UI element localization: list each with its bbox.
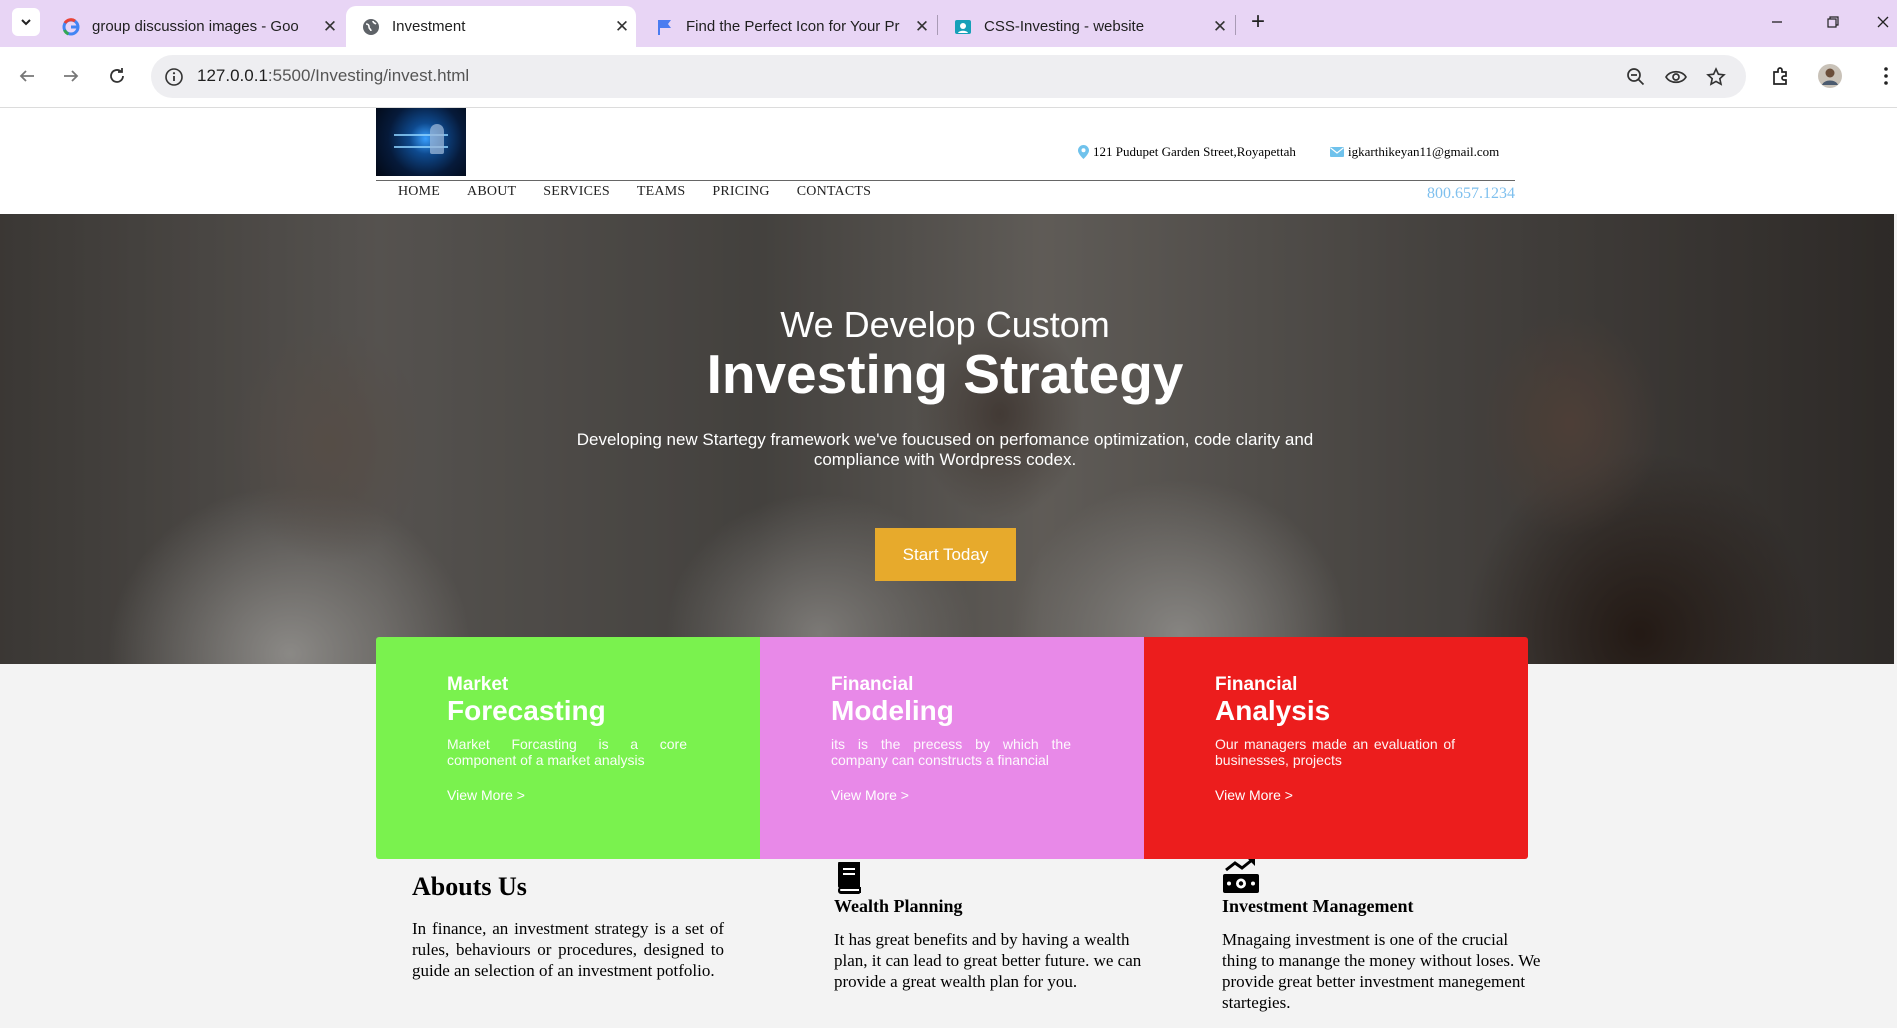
contact-card-icon (954, 18, 972, 36)
google-icon (62, 17, 80, 36)
start-today-button[interactable]: Start Today (875, 528, 1016, 581)
address-text: 121 Pudupet Garden Street,Royapettah (1093, 144, 1296, 159)
investment-management-section: Investment Management Mnagaing investmen… (1222, 858, 1542, 1013)
card-text: its is the precess by which the company … (831, 736, 1071, 768)
wealth-text: It has great benefits and by having a we… (834, 930, 1142, 991)
hero-banner: We Develop Custom Investing Strategy Dev… (0, 214, 1894, 664)
menu-about[interactable]: ABOUT (467, 184, 516, 200)
wealth-heading: Wealth Planning (834, 896, 963, 916)
site-info-icon[interactable] (163, 66, 185, 88)
hero-title: Investing Strategy (706, 343, 1184, 405)
restore-button[interactable] (1813, 6, 1853, 38)
about-heading: Abouts Us (412, 872, 527, 901)
tab-find-icon[interactable]: Find the Perfect Icon for Your Pr ✕ (640, 6, 936, 47)
tab-title: group discussion images - Goo (92, 18, 299, 35)
email-text[interactable]: igkarthikeyan11@gmail.com (1348, 144, 1499, 160)
tab-css-investing[interactable]: CSS-Investing - website ✕ (938, 6, 1234, 47)
card-title: Analysis (1215, 695, 1331, 726)
more-menu-icon[interactable] (1876, 61, 1896, 91)
card-title: Forecasting (447, 695, 606, 726)
site-logo[interactable] (376, 108, 466, 176)
tab-title: Find the Perfect Icon for Your Pr (686, 18, 900, 35)
hero-description: Developing new Startegy framework we've … (576, 430, 1314, 469)
profile-avatar[interactable] (1815, 61, 1845, 91)
header-divider (376, 180, 1515, 181)
arrow-right-icon (64, 70, 79, 82)
close-tab-icon[interactable]: ✕ (316, 17, 344, 37)
menu-home[interactable]: HOME (398, 184, 440, 200)
address-bar[interactable]: 127.0.0.1:5500/Investing/invest.html (151, 55, 1746, 98)
close-tab-icon[interactable]: ✕ (908, 17, 936, 37)
hero-subtitle: We Develop Custom (780, 304, 1110, 345)
minimize-icon (1772, 21, 1782, 23)
eye-icon[interactable] (1665, 66, 1687, 88)
close-tab-icon[interactable]: ✕ (1206, 17, 1234, 37)
chevron-down-icon (21, 19, 31, 26)
view-more-link[interactable]: View More > (1215, 787, 1528, 803)
investment-heading: Investment Management (1222, 896, 1414, 916)
close-window-button[interactable] (1868, 6, 1897, 38)
menu-services[interactable]: SERVICES (543, 184, 610, 200)
email-info: igkarthikeyan11@gmail.com (1330, 144, 1499, 160)
card-title: Modeling (831, 695, 954, 726)
forward-button[interactable] (56, 61, 86, 91)
money-growth-icon (1222, 858, 1542, 894)
view-more-link[interactable]: View More > (831, 787, 1144, 803)
site-header: 121 Pudupet Garden Street,Royapettah igk… (0, 108, 1897, 214)
about-section: Abouts Us In finance, an investment stra… (412, 858, 724, 981)
menu-contacts[interactable]: CONTACTS (797, 184, 871, 200)
menu-pricing[interactable]: PRICING (712, 184, 769, 200)
tab-title: Investment (392, 18, 466, 35)
view-more-link[interactable]: View More > (447, 787, 760, 803)
star-icon[interactable] (1705, 66, 1727, 88)
card-financial-modeling: Financial Modeling its is the precess by… (760, 637, 1144, 859)
main-menu: HOME ABOUT SERVICES TEAMS PRICING CONTAC… (398, 184, 898, 200)
zoom-icon[interactable] (1625, 66, 1647, 88)
url-host: 127.0.0.1 (197, 66, 268, 85)
url-text[interactable]: 127.0.0.1:5500/Investing/invest.html (197, 66, 469, 86)
flag-icon (656, 18, 674, 36)
map-pin-icon (1078, 145, 1089, 159)
investment-text: Mnagaing investment is one of the crucia… (1222, 930, 1541, 1012)
card-financial-analysis: Financial Analysis Our managers made an … (1144, 637, 1528, 859)
menu-teams[interactable]: TEAMS (637, 184, 685, 200)
browser-toolbar: 127.0.0.1:5500/Investing/invest.html (0, 47, 1897, 108)
minimize-button[interactable] (1757, 6, 1797, 38)
new-tab-button[interactable]: + (1244, 8, 1272, 36)
tab-separator (1235, 15, 1236, 35)
webpage: 121 Pudupet Garden Street,Royapettah igk… (0, 108, 1897, 1028)
url-path: :5500/Investing/invest.html (267, 66, 470, 85)
reload-icon (110, 68, 124, 83)
card-kicker: Financial (831, 674, 914, 695)
tab-google-images[interactable]: group discussion images - Goo ✕ (46, 6, 344, 47)
card-kicker: Financial (1215, 674, 1298, 695)
card-kicker: Market (447, 674, 509, 695)
extensions-icon[interactable] (1766, 61, 1796, 91)
card-text: Our managers made an evaluation of busin… (1215, 736, 1455, 768)
close-icon (1877, 16, 1888, 28)
book-icon (834, 858, 1154, 894)
card-market-forecasting: Market Forecasting Market Forcasting is … (376, 637, 760, 859)
plus-icon: + (1250, 8, 1265, 35)
phone-number[interactable]: 800.657.1234 (1427, 185, 1515, 203)
arrow-left-icon (19, 70, 34, 82)
envelope-icon (1330, 147, 1344, 157)
about-text: In finance, an investment strategy is a … (412, 919, 724, 980)
back-button[interactable] (12, 61, 42, 91)
tab-investment[interactable]: Investment ✕ (346, 6, 636, 47)
address-info: 121 Pudupet Garden Street,Royapettah (1078, 144, 1296, 160)
browser-tab-strip: group discussion images - Goo ✕ Investme… (0, 0, 1897, 47)
card-text: Market Forcasting is a core component of… (447, 736, 687, 768)
close-tab-icon[interactable]: ✕ (608, 17, 636, 37)
wealth-planning-section: Wealth Planning It has great benefits an… (834, 858, 1154, 992)
globe-icon (362, 18, 380, 36)
tab-title: CSS-Investing - website (984, 18, 1145, 35)
tab-search-button[interactable] (12, 8, 40, 36)
restore-icon (1827, 16, 1839, 28)
reload-button[interactable] (102, 61, 132, 91)
